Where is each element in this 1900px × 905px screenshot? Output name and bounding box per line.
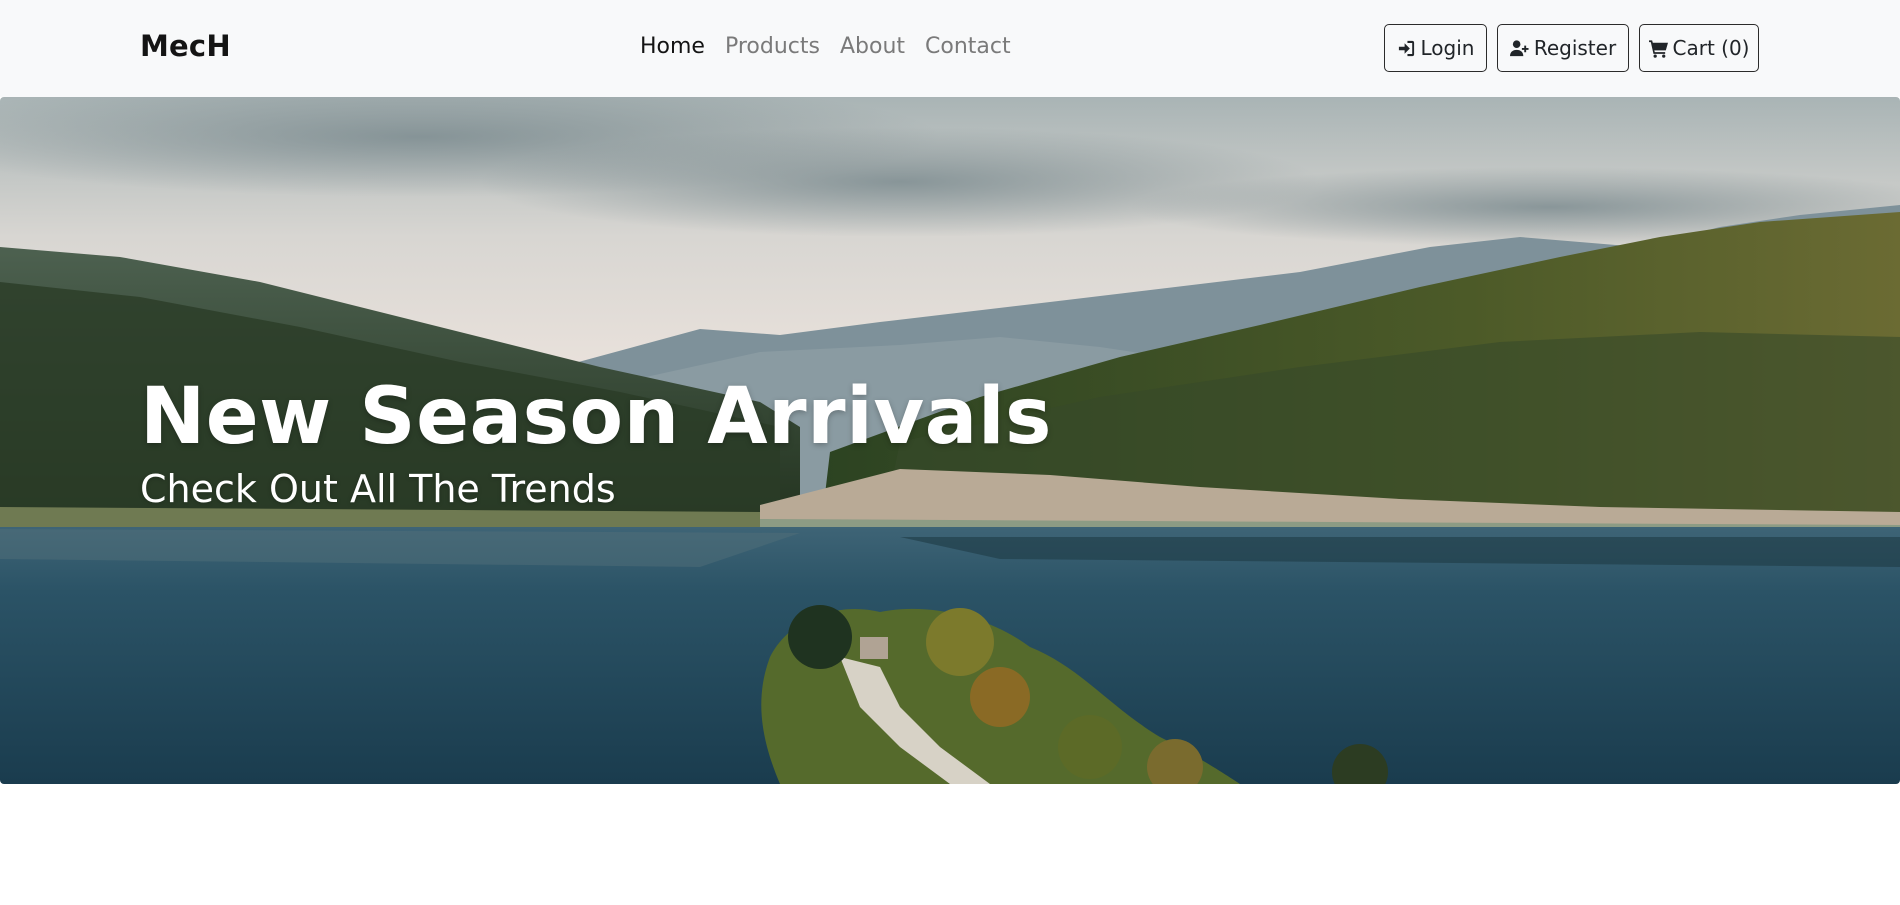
navbar: MecH Home Products About Contact Login R… xyxy=(0,0,1900,97)
cart-button[interactable]: Cart (0) xyxy=(1639,24,1759,72)
hero-subtitle: Check Out All The Trends xyxy=(140,467,616,511)
sign-in-icon xyxy=(1398,40,1414,56)
cart-label: Cart (0) xyxy=(1672,36,1750,60)
login-label: Login xyxy=(1420,36,1475,60)
shopping-cart-icon xyxy=(1648,39,1668,58)
nav-buttons: Login Register Cart (0) xyxy=(0,24,1900,72)
register-label: Register xyxy=(1533,36,1617,60)
user-plus-icon xyxy=(1509,39,1529,56)
hero-title: New Season Arrivals xyxy=(140,372,1052,462)
login-button[interactable]: Login xyxy=(1384,24,1487,72)
register-button[interactable]: Register xyxy=(1497,24,1629,72)
hero-banner: New Season Arrivals Check Out All The Tr… xyxy=(0,97,1900,784)
